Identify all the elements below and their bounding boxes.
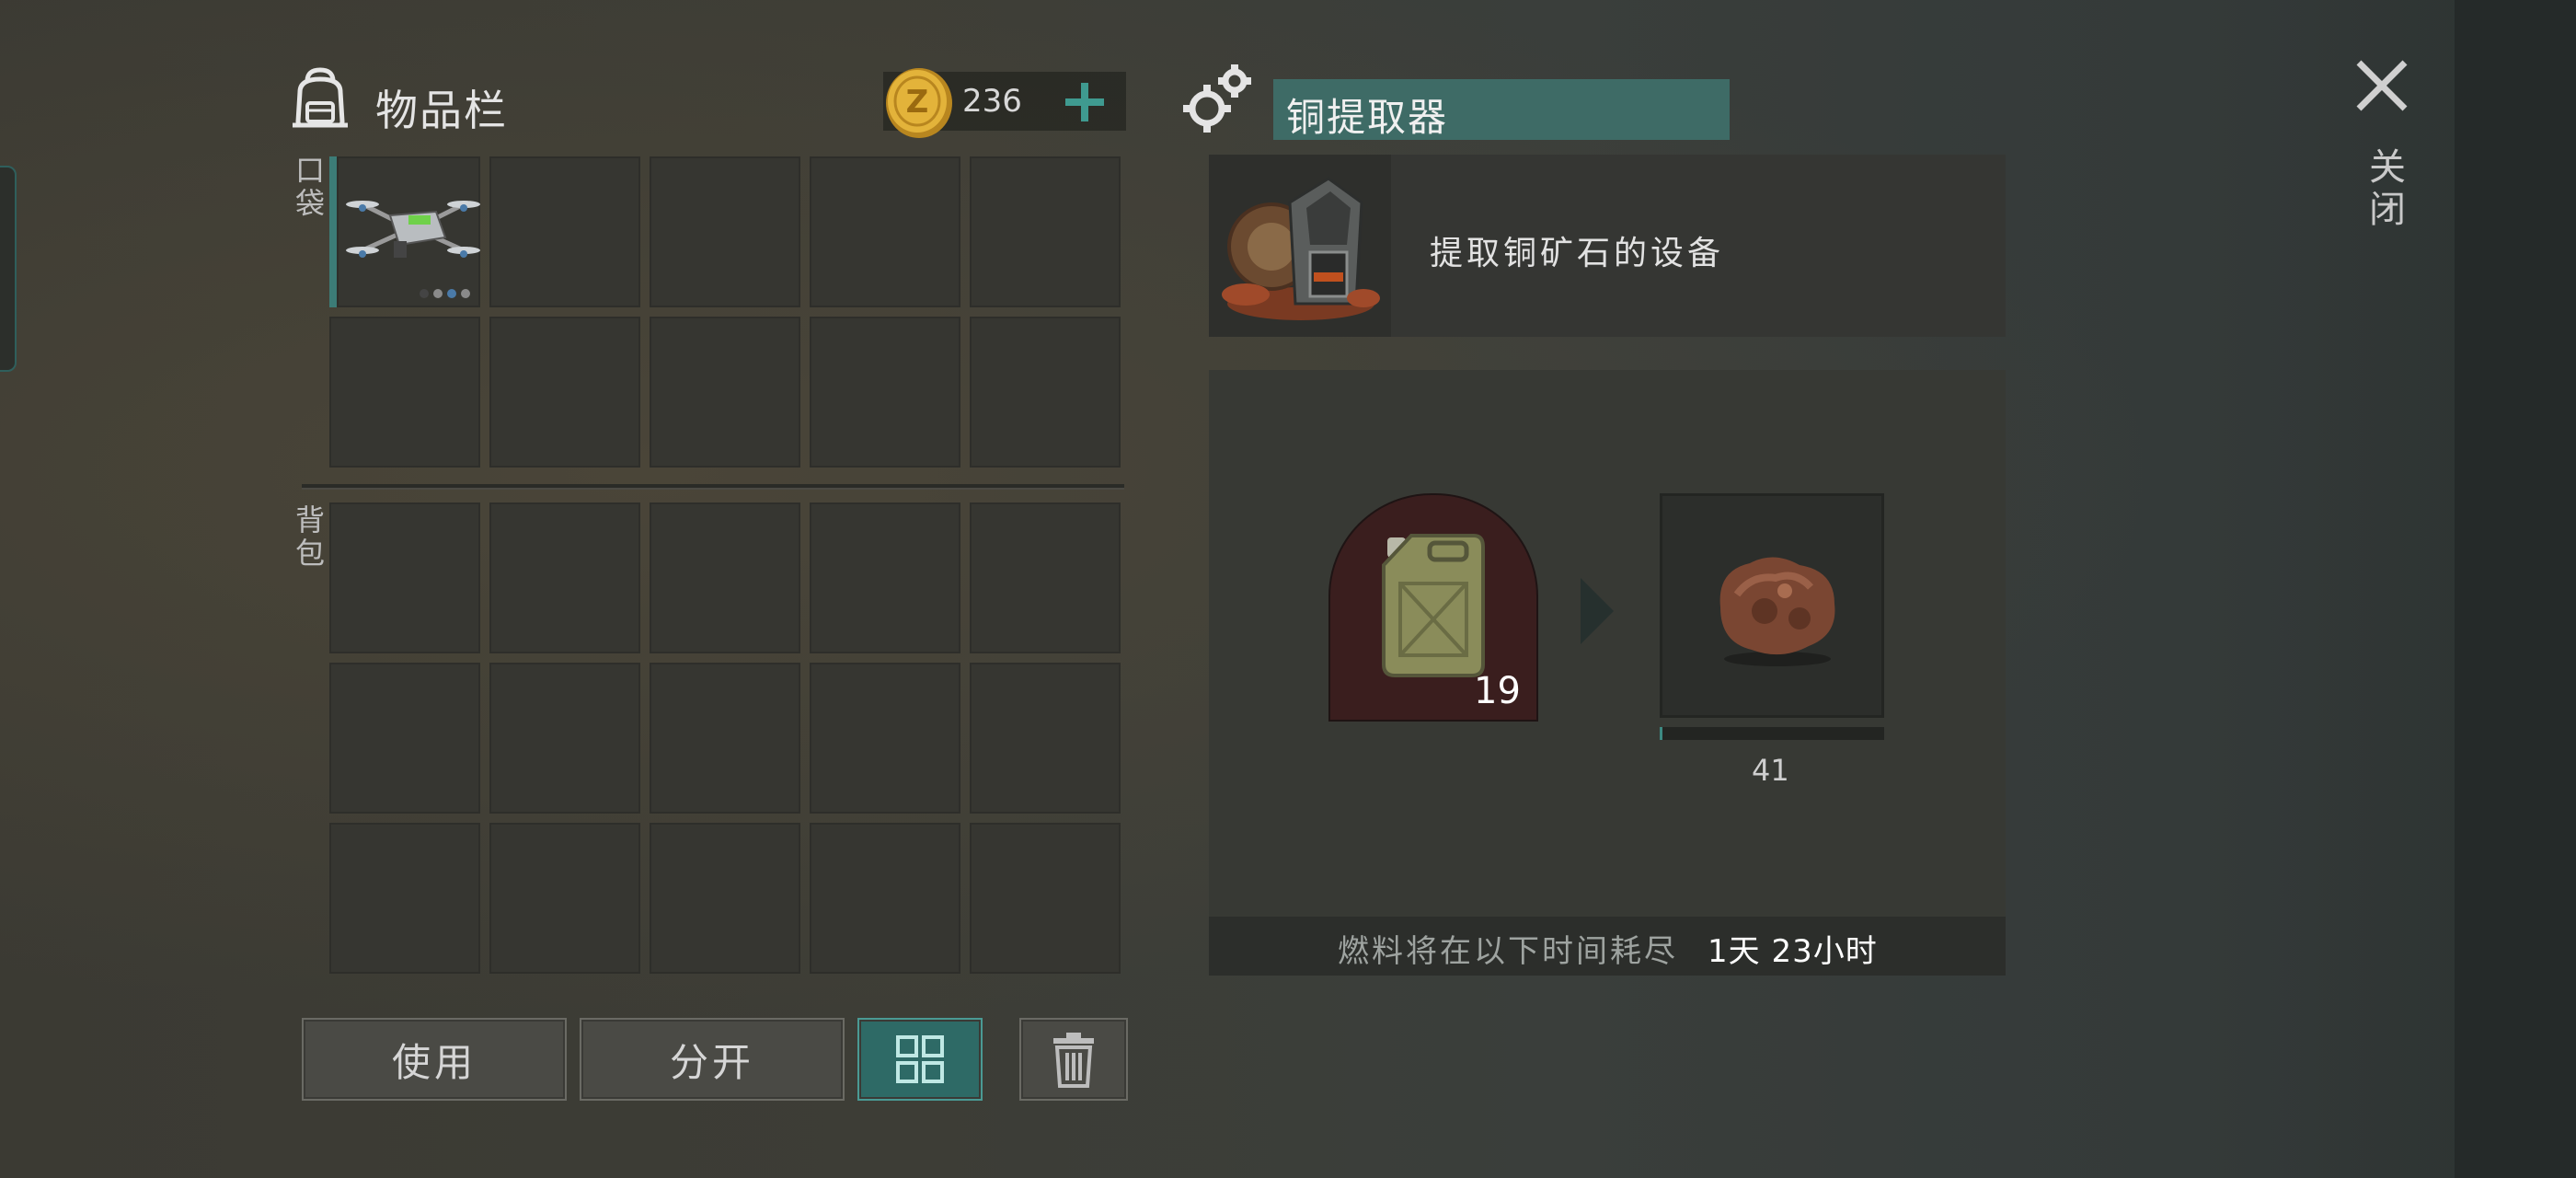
backpack-slot[interactable] <box>329 823 480 974</box>
add-coins-button[interactable] <box>1060 77 1110 127</box>
fuel-canister-icon <box>1382 534 1485 677</box>
pocket-slot[interactable] <box>970 156 1121 307</box>
pocket-slot-selected[interactable] <box>329 156 480 307</box>
sort-icon <box>896 1035 944 1083</box>
backpack-slot[interactable] <box>650 663 800 814</box>
trash-icon <box>1053 1033 1094 1088</box>
output-count: 41 <box>1752 753 1789 788</box>
pocket-slot[interactable] <box>650 156 800 307</box>
arrow-right-icon <box>1581 578 1614 644</box>
drone-icon <box>346 201 480 258</box>
coin-icon: Z <box>886 68 952 138</box>
copper-ore-icon <box>1719 557 1835 666</box>
inventory-title: 物品栏 <box>375 86 508 135</box>
backpack-slot[interactable] <box>650 502 800 653</box>
sort-button[interactable] <box>857 1018 983 1101</box>
backpack-slot[interactable] <box>489 663 640 814</box>
side-tab[interactable] <box>0 166 17 372</box>
pocket-slot[interactable] <box>489 317 640 468</box>
split-button[interactable]: 分开 <box>580 1018 845 1101</box>
use-button[interactable]: 使用 <box>302 1018 567 1101</box>
fuel-time-left: 1天 23小时 <box>1708 933 1878 970</box>
pocket-slot[interactable] <box>810 317 960 468</box>
backpack-slot[interactable] <box>650 823 800 974</box>
backpack-slot[interactable] <box>329 502 480 653</box>
svg-text:Z: Z <box>906 84 929 121</box>
pocket-slot[interactable] <box>810 156 960 307</box>
right-strip <box>2455 0 2576 1178</box>
pocket-label: 口袋 <box>291 155 326 221</box>
production-progress-fill <box>1660 727 1662 740</box>
close-label[interactable]: 关闭 <box>2357 147 2410 232</box>
backpack-slot[interactable] <box>329 663 480 814</box>
trash-button[interactable] <box>1019 1018 1128 1101</box>
backpack-slot[interactable] <box>810 823 960 974</box>
backpack-slot[interactable] <box>970 663 1121 814</box>
device-name: 铜提取器 <box>1286 95 1449 140</box>
backpack-icon <box>293 67 348 128</box>
backpack-label: 背包 <box>291 504 326 571</box>
pocket-slot[interactable] <box>329 317 480 468</box>
coin-amount: 236 <box>962 83 1022 120</box>
fuel-status-label: 燃料将在以下时间耗尽 <box>1338 933 1678 970</box>
backpack-slot[interactable] <box>810 502 960 653</box>
pocket-slot[interactable] <box>970 317 1121 468</box>
device-description: 提取铜矿石的设备 <box>1430 235 1725 272</box>
fuel-count: 19 <box>1474 670 1521 712</box>
production-progress-track <box>1660 727 1884 740</box>
durability-dots <box>420 289 470 298</box>
section-divider <box>302 484 1124 488</box>
pocket-slot[interactable] <box>650 317 800 468</box>
close-icon[interactable] <box>2352 55 2412 116</box>
gear-icon <box>1183 64 1251 133</box>
backpack-slot[interactable] <box>489 502 640 653</box>
backpack-slot[interactable] <box>970 502 1121 653</box>
extractor-icon <box>1222 177 1380 320</box>
backpack-slot[interactable] <box>970 823 1121 974</box>
pocket-slot[interactable] <box>489 156 640 307</box>
backpack-slot[interactable] <box>489 823 640 974</box>
backpack-slot[interactable] <box>810 663 960 814</box>
